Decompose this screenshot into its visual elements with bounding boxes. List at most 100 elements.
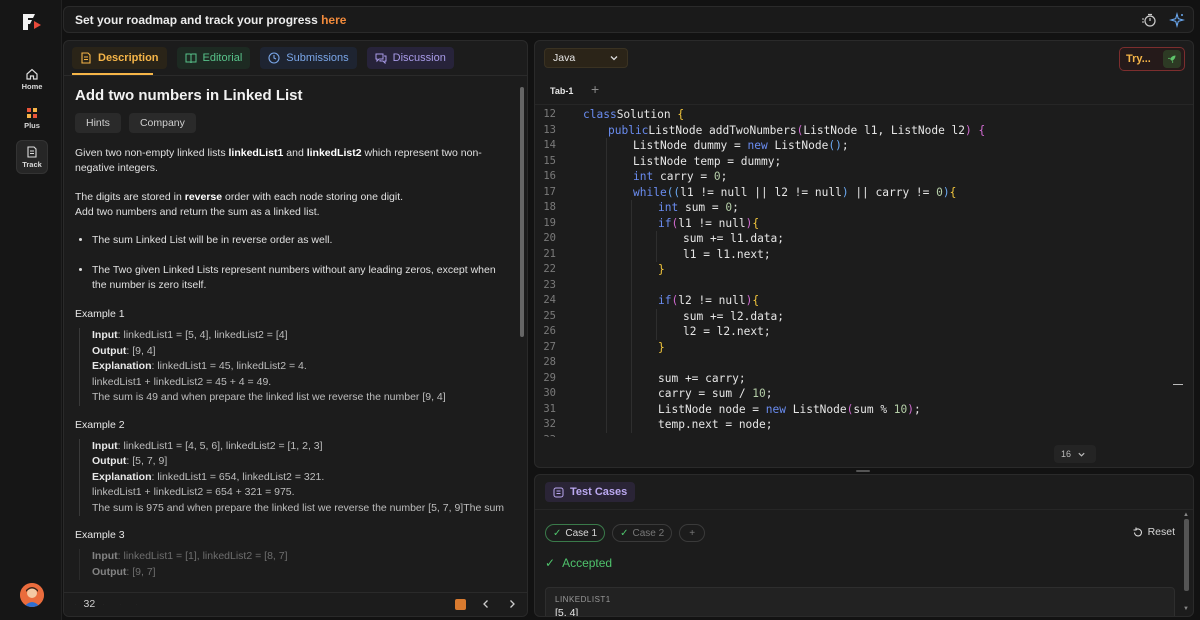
case-2-label: Case 2 [632,527,665,539]
value: : linkedList1 = 654, linkedList2 = 321. [151,470,325,483]
bullet-item: The sum Linked List will be in reverse o… [92,233,505,248]
tab-description[interactable]: Description [72,47,167,69]
scroll-up-arrow[interactable]: ▲ [1183,512,1189,518]
code-token: ListNode addTwoNumbers [648,123,797,137]
language-select[interactable]: Java [544,48,628,68]
tab-discussion[interactable]: Discussion [366,47,454,69]
input-value: [5, 4] [555,607,579,617]
example-2-title: Example 2 [75,418,125,431]
company-chip[interactable]: Company [128,113,196,133]
share-icon[interactable] [136,603,137,605]
bookmark-icon[interactable] [455,598,466,610]
chat-icon [375,53,387,64]
tests-scrollbar[interactable] [1184,519,1189,591]
code-line[interactable]: 14 ListNode dummy = new ListNode(); [535,138,1175,154]
banner-here-link[interactable]: here [321,13,346,27]
accepted-label: Accepted [562,556,613,570]
test-cases-panel: Test Cases ✓ Case 1 ✓ Case 2 + Reset ✓ Acc… [534,474,1194,617]
rail-item-home[interactable]: Home [16,62,48,96]
code-line[interactable]: 15 ListNode temp = dummy; [535,154,1175,170]
code-token: carry = [653,170,714,183]
add-tab-icon[interactable]: + [591,81,599,97]
scroll-down-arrow[interactable]: ▼ [1183,606,1189,612]
example-2-block: Input: linkedList1 = [4, 5, 6], linkedLi… [79,438,505,516]
font-size-select[interactable]: 16 [1054,445,1096,463]
test-cases-tab[interactable]: Test Cases [545,482,636,502]
code-token: } [658,340,665,354]
banner-icons [1141,12,1185,28]
value: : linkedList1 = [5, 4], linkedList2 = [4… [117,329,288,341]
code-line[interactable]: 13 publicListNode addTwoNumbers(ListNode … [535,123,1175,139]
code-area[interactable]: 12 classSolution {13 publicListNode addTwo… [535,107,1175,437]
value: : [9, 4] [126,344,156,357]
banner-text: Set your roadmap and track your progress… [75,13,346,27]
line-number: 33 [535,433,556,438]
code-token: ListNode [786,402,847,416]
code-token: ; [720,170,728,183]
code-text: sum += l2.data; [683,309,784,325]
thumbs-down-icon[interactable] [103,603,104,605]
line-number: 31 [543,402,556,415]
check-icon: ✓ [620,527,629,539]
chevron-left-icon[interactable] [480,598,492,610]
code-token: () [828,139,842,152]
avatar[interactable] [20,583,44,607]
problem-tabs: Description Editorial Submissions Discus… [72,47,454,71]
code-token: ListNode [767,139,829,152]
line-number: 20 [543,232,556,244]
label: Output [92,455,127,467]
code-token: l1 = l1.next; [683,247,771,261]
code-text: } [658,262,665,278]
timer-icon[interactable] [1141,12,1157,28]
value: : [9, 7] [126,565,156,578]
example-line: linkedList1 + linkedList2 = 45 + 4 = 49. [92,375,272,388]
code-token: sum = [678,201,726,214]
reset-button[interactable]: Reset [1132,526,1175,538]
input-label: LINKEDLIST1 [555,595,611,604]
app-root: Home Plus Track Set your roadmap and tra… [0,0,1200,620]
example-line: Output: [5, 7, 9] [92,454,505,470]
font-size-value: 16 [1061,449,1072,459]
value: : linkedList1 = 45, linkedList2 = 4. [151,360,307,372]
panel-splitter[interactable] [856,470,870,472]
reset-label: Reset [1147,526,1175,538]
problem-footer: 32 [64,592,527,616]
add-case-button[interactable]: + [679,524,706,542]
code-line[interactable]: 33 [535,433,1175,438]
code-line[interactable]: 12 classSolution { [535,107,1175,123]
chevron-down-icon [610,56,618,61]
check-icon: ✓ [545,556,556,570]
try-button[interactable]: Try... [1119,47,1185,71]
tab-editorial[interactable]: Editorial [176,47,251,69]
example-line: Output: [9, 4] [92,344,505,360]
tab-submissions[interactable]: Submissions [260,47,357,69]
chevron-down-icon [1078,452,1085,457]
case-2-tab[interactable]: ✓ Case 2 [612,524,673,542]
problem-scrollbar[interactable] [520,87,524,337]
example-1-title: Example 1 [75,308,125,320]
code-text: while((l1 != null || l2 != null) || carr… [633,185,956,201]
code-token: 0 [713,170,721,183]
case-1-tab[interactable]: ✓ Case 1 [545,524,606,542]
intro-bold-2: linkedList2 [306,147,362,159]
value: : [5, 7, 9] [126,455,168,467]
code-line[interactable]: 17 while((l1 != null || l2 != null) || ca… [535,185,1175,201]
indent-guide [656,231,657,262]
code-token: while [633,185,667,199]
thumbs-up-icon[interactable] [75,603,76,605]
hints-chip[interactable]: Hints [75,113,121,133]
code-token: l1 != null || l2 != null [680,185,842,199]
sparkle-icon[interactable] [1169,12,1185,28]
bug-icon[interactable] [119,603,121,605]
chevron-right-icon[interactable] [506,598,518,610]
label: Explanation [92,360,152,372]
file-tab[interactable]: Tab-1 [544,82,579,100]
intro-text-1: Given two non-empty linked lists [75,147,229,159]
logo-icon[interactable] [21,12,43,32]
rail-item-track[interactable]: Track [16,140,48,174]
reset-icon [1133,527,1142,536]
example-3-block: Input: linkedList1 = [1], linkedList2 = … [79,549,505,580]
code-line[interactable]: 16 int carry = 0; [535,169,1175,185]
rail-item-plus[interactable]: Plus [16,101,48,135]
line-number: 15 [543,154,556,167]
